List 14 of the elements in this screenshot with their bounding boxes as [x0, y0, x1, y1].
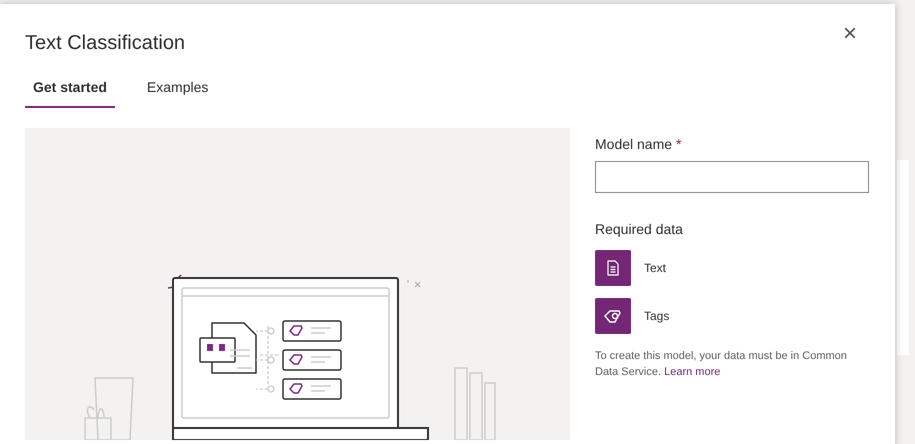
field-label: Model name: [595, 136, 672, 152]
dialog-title: Text Classification: [25, 31, 186, 56]
required-mark: *: [676, 136, 682, 152]
tab[interactable]: Get started: [25, 77, 115, 108]
model-name-field[interactable]: [595, 161, 869, 193]
tab[interactable]: Examples: [138, 77, 216, 108]
section-title: Required data: [595, 220, 684, 239]
close-button[interactable]: ×: [842, 22, 857, 46]
learn-more-link[interactable]: Learn more: [664, 366, 720, 378]
data-type-label: Text: [644, 260, 666, 277]
tag-icon: [604, 309, 622, 323]
info-text: To create this model, your data must be in Common Data Service. Learn more: [595, 349, 848, 380]
data-type-label: Tags: [644, 308, 670, 325]
document-icon: [606, 260, 620, 276]
